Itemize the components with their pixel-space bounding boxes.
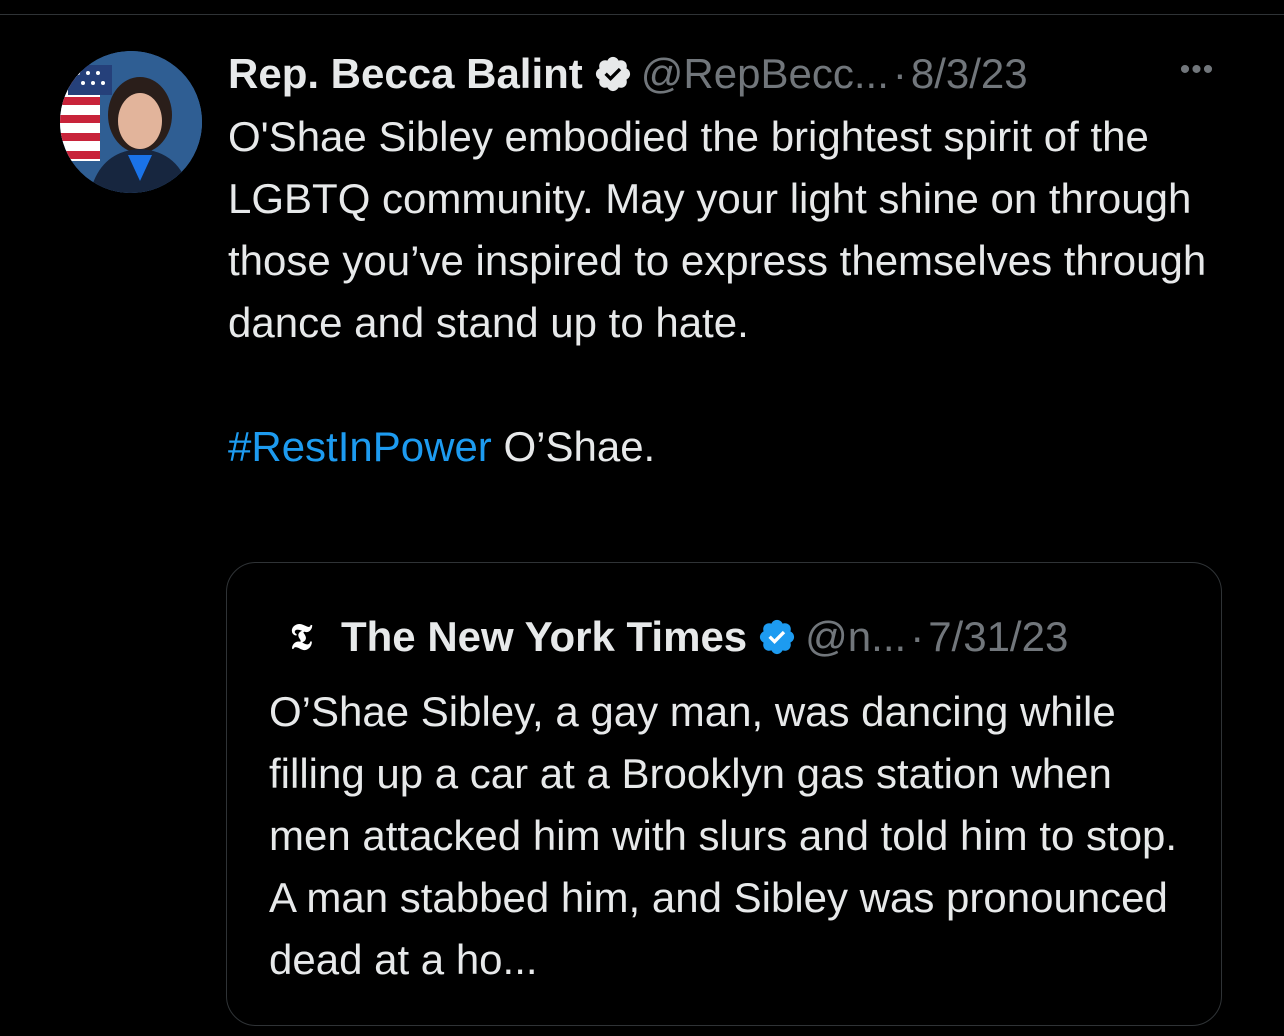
top-divider	[0, 14, 1284, 15]
quoted-author-name[interactable]: The New York Times	[341, 613, 747, 661]
hashtag-link[interactable]: #RestInPower	[228, 423, 492, 470]
tweet-timestamp[interactable]: 8/3/23	[911, 50, 1028, 98]
tweet-text: O'Shae Sibley embodied the brightest spi…	[228, 113, 1207, 346]
quoted-author-handle[interactable]: @n...	[805, 613, 906, 661]
verified-badge-icon[interactable]	[593, 54, 633, 94]
tweet-body: O'Shae Sibley embodied the brightest spi…	[228, 106, 1218, 478]
quoted-tweet-body: O’Shae Sibley, a gay man, was dancing wh…	[269, 688, 1178, 983]
quoted-tweet-header: The New York Times @n... · 7/31/23	[341, 607, 1068, 667]
tweet[interactable]: Rep. Becca Balint @RepBecc... · 8/3/23 •…	[228, 44, 1228, 478]
author-name[interactable]: Rep. Becca Balint	[228, 50, 583, 98]
separator-dot: ·	[892, 50, 907, 97]
tweet-header: Rep. Becca Balint @RepBecc... · 8/3/23	[228, 44, 1228, 104]
blue-verified-badge-icon[interactable]	[757, 617, 797, 657]
tweet-closing-text: O’Shae.	[491, 423, 656, 470]
nyt-logo-icon[interactable]: 𝕿	[283, 616, 319, 658]
avatar-image	[60, 51, 202, 193]
tweet-closing-line: #RestInPower O’Shae.	[228, 416, 1218, 478]
quoted-tweet[interactable]: 𝕿 The New York Times @n... · 7/31/23 O’S…	[226, 562, 1222, 1026]
quoted-separator-dot: ·	[910, 613, 925, 660]
author-handle[interactable]: @RepBecc...	[641, 50, 889, 98]
more-options-icon[interactable]: •••	[1172, 50, 1222, 90]
profile-avatar[interactable]	[60, 51, 202, 193]
quoted-timestamp[interactable]: 7/31/23	[928, 613, 1068, 661]
